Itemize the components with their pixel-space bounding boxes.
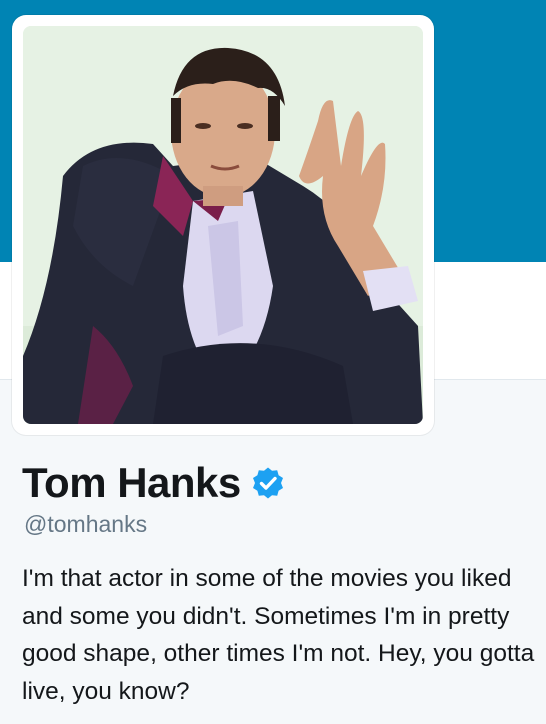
profile-handle[interactable]: @tomhanks [24,510,147,538]
avatar-image [23,26,423,424]
profile-avatar[interactable] [12,15,434,435]
verified-badge-icon [251,466,285,500]
profile-name-row: Tom Hanks [22,458,285,508]
profile-bio: I'm that actor in some of the movies you… [22,565,535,705]
avatar-photo [23,26,423,424]
profile-name[interactable]: Tom Hanks [22,458,241,508]
